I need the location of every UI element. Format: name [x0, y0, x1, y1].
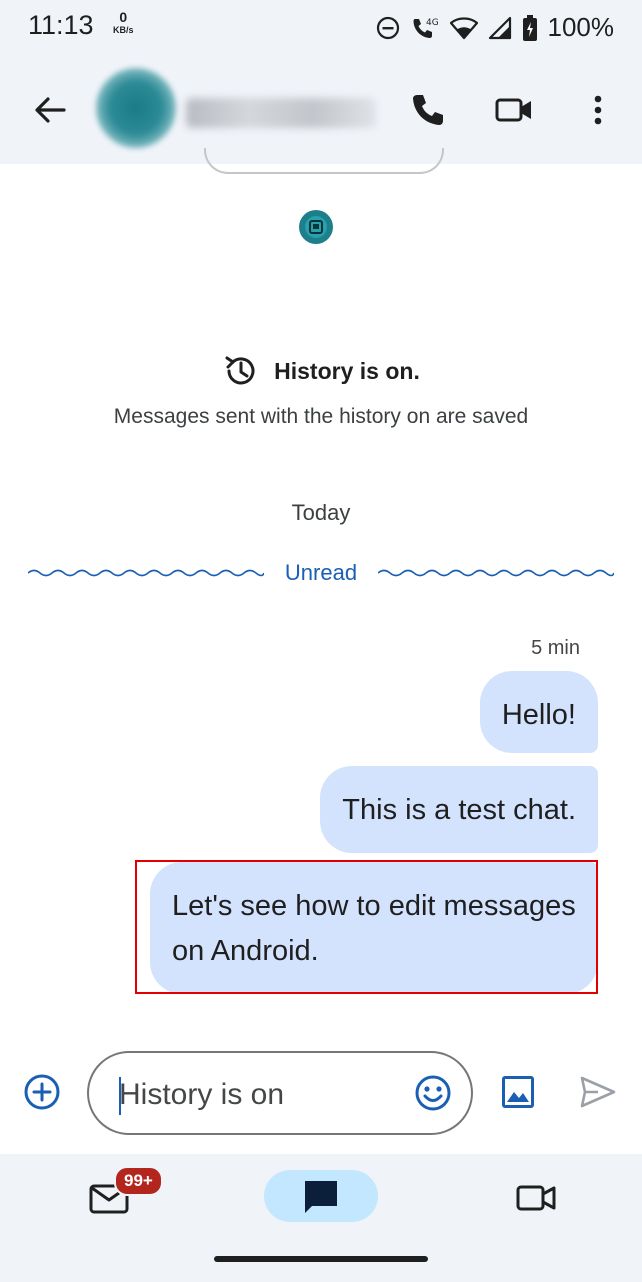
videocam-icon[interactable] — [494, 90, 534, 130]
history-notice: History is on. — [0, 352, 642, 390]
text-cursor — [119, 1077, 121, 1115]
wifi-calling-icon: 4G — [413, 18, 439, 38]
contact-small-avatar — [299, 210, 333, 244]
network-speed: 0 KB/s — [113, 9, 134, 37]
unread-wave-right — [378, 569, 614, 577]
previous-card-edge — [204, 148, 444, 174]
status-time: 11:13 — [28, 10, 94, 40]
battery-charging-icon — [522, 14, 537, 41]
signal-icon — [488, 16, 511, 39]
message-bubble[interactable]: This is a test chat. — [320, 766, 598, 853]
do-not-disturb-icon — [376, 16, 399, 39]
battery-level: 100% — [547, 12, 615, 42]
status-icons: 4G 100% — [376, 12, 615, 43]
message-input-placeholder: History is on — [119, 1078, 285, 1111]
message-timestamp: 5 min — [531, 637, 580, 659]
message-bubble[interactable]: Hello! — [479, 671, 598, 753]
history-icon — [225, 356, 255, 385]
phone-icon[interactable] — [408, 90, 448, 130]
network-speed-unit: KB/s — [113, 25, 134, 35]
emoji-icon[interactable] — [413, 1073, 453, 1113]
image-icon[interactable] — [498, 1072, 538, 1112]
history-subtitle: Messages sent with the history on are sa… — [113, 405, 529, 428]
status-bar: 11:13 0 KB/s 4G 100% — [0, 0, 642, 56]
wifi-icon — [449, 16, 478, 39]
chat-icon[interactable] — [300, 1176, 342, 1218]
date-divider: Today — [291, 500, 351, 525]
bottom-navigation: 99+ — [0, 1154, 642, 1282]
message-input[interactable]: History is on — [87, 1051, 473, 1135]
history-title: History is on. — [274, 357, 420, 384]
send-icon[interactable] — [578, 1072, 618, 1112]
add-circle-icon[interactable] — [22, 1072, 62, 1112]
message-bubble[interactable]: Let's see how to edit messages on Androi… — [150, 862, 598, 994]
network-speed-value: 0 — [119, 9, 128, 25]
contact-avatar[interactable] — [96, 68, 176, 148]
more-vert-icon[interactable] — [578, 90, 618, 130]
contact-name-redacted[interactable] — [186, 98, 376, 128]
unread-divider: Unread — [28, 558, 614, 588]
mail-unread-badge: 99+ — [114, 1166, 163, 1196]
videocam-outline-icon[interactable] — [514, 1176, 558, 1220]
arrow-back-icon[interactable] — [30, 90, 70, 130]
network-type-label: 4G — [426, 18, 439, 28]
gesture-navigation-bar[interactable] — [214, 1256, 428, 1262]
